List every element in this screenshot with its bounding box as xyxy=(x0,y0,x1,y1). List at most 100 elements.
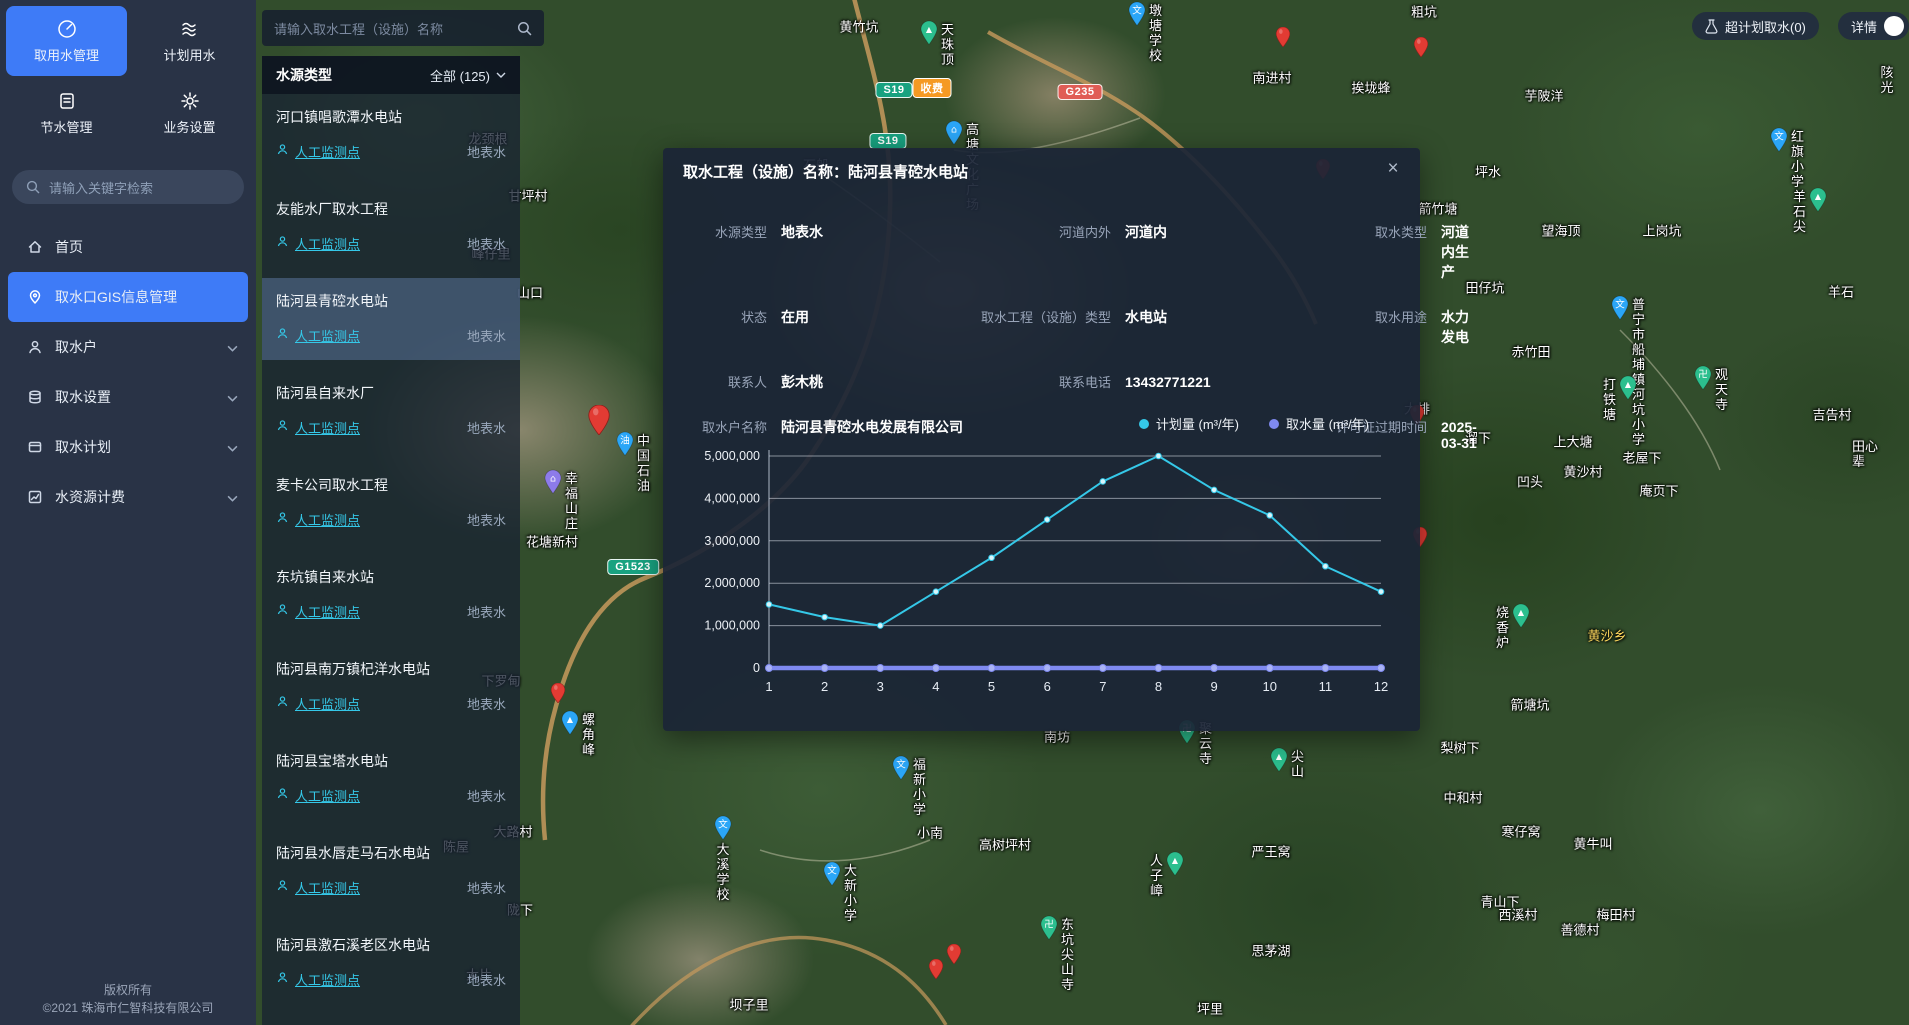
sidebar-item-label: 取水设置 xyxy=(55,387,111,407)
sidebar-item-user[interactable]: 取水户 xyxy=(0,322,256,372)
field-label: 取水工程（设施）类型 xyxy=(933,307,1125,326)
monitor-type-link[interactable]: 人工监测点 xyxy=(295,418,360,437)
station-list-item[interactable]: 麦卡公司取水工程 人工监测点 地表水 xyxy=(262,462,520,544)
toggle-knob[interactable] xyxy=(1884,16,1904,36)
sidebar-item-home[interactable]: 首页 xyxy=(0,222,256,272)
module-gear-button[interactable]: 业务设置 xyxy=(129,78,250,148)
svg-text:11: 11 xyxy=(1319,679,1333,694)
legend-dot xyxy=(1139,419,1149,429)
chevron-down-icon xyxy=(496,72,506,78)
module-label: 计划用水 xyxy=(163,45,215,64)
station-search-input[interactable]: 请输入取水工程（设施）名称 xyxy=(262,10,544,46)
person-icon xyxy=(276,235,289,253)
station-list-item[interactable]: 陆河县青硿水电站 人工监测点 地表水 xyxy=(262,278,520,360)
chart-plot: 01,000,0002,000,0003,000,0004,000,0005,0… xyxy=(685,430,1397,702)
filter-value-dropdown[interactable]: 全部 (125) xyxy=(430,66,506,85)
station-detail-modal: 取水工程（设施）名称：陆河县青硿水电站 × 水源类型地表水河道内外河道内取水类型… xyxy=(663,148,1420,731)
detail-toggle[interactable]: 详情 xyxy=(1838,12,1909,40)
station-list: 河口镇唱歌潭水电站 人工监测点 地表水 友能水厂取水工程 人工监测点 地表水 陆… xyxy=(262,94,520,1025)
chevron-down-icon xyxy=(227,389,238,405)
svg-text:7: 7 xyxy=(1099,679,1106,694)
station-list-item[interactable]: 陆河县激石溪老区水电站 人工监测点 地表水 xyxy=(262,922,520,1004)
sidebar-item-label: 取水计划 xyxy=(55,437,111,457)
modal-title: 取水工程（设施）名称：陆河县青硿水电站 xyxy=(683,164,968,181)
field-value: 地表水 xyxy=(781,222,933,242)
monitor-type-link[interactable]: 人工监测点 xyxy=(295,694,360,713)
sidebar-item-pin[interactable]: 取水口GIS信息管理 xyxy=(8,272,248,322)
field-label: 河道内外 xyxy=(933,222,1125,241)
filter-label: 水源类型 xyxy=(276,65,332,85)
monitor-type-link[interactable]: 人工监测点 xyxy=(295,326,360,345)
monitor-type-link[interactable]: 人工监测点 xyxy=(295,878,360,897)
monitor-type-link[interactable]: 人工监测点 xyxy=(295,786,360,805)
pin-icon xyxy=(26,289,43,305)
sidebar-menu: 首页 取水口GIS信息管理 取水户 取水设置 取水计划 水资源计费 xyxy=(0,222,256,522)
svg-text:2: 2 xyxy=(821,679,828,694)
sidebar-item-label: 首页 xyxy=(55,237,83,257)
field-value: 河道内 xyxy=(1125,222,1273,242)
monitor-type-link[interactable]: 人工监测点 xyxy=(295,970,360,989)
station-list-item[interactable]: 河口镇唱歌潭水电站 人工监测点 地表水 xyxy=(262,94,520,176)
station-list-item[interactable]: 水唇镇水栏肚水电站 人工监测点 地表水 xyxy=(262,1014,520,1025)
doc-icon xyxy=(57,91,77,111)
module-waves-button[interactable]: 计划用水 xyxy=(129,6,250,76)
sidebar-item-chart[interactable]: 水资源计费 xyxy=(0,472,256,522)
water-source-type: 地表水 xyxy=(467,142,506,161)
chevron-down-icon xyxy=(227,439,238,455)
water-source-type: 地表水 xyxy=(467,510,506,529)
station-list-item[interactable]: 陆河县自来水厂 人工监测点 地表水 xyxy=(262,370,520,452)
field-label: 水源类型 xyxy=(677,222,781,241)
station-search-placeholder: 请输入取水工程（设施）名称 xyxy=(274,19,517,38)
water-source-type: 地表水 xyxy=(467,694,506,713)
module-doc-button[interactable]: 节水管理 xyxy=(6,78,127,148)
person-icon xyxy=(276,971,289,989)
field-label: 状态 xyxy=(677,307,781,326)
station-list-item[interactable]: 陆河县宝塔水电站 人工监测点 地表水 xyxy=(262,738,520,820)
station-name: 陆河县水唇走马石水电站 xyxy=(276,843,506,863)
field-value: 13432771221 xyxy=(1125,374,1273,390)
station-name: 东坑镇自来水站 xyxy=(276,567,506,587)
field-value: 在用 xyxy=(781,307,933,327)
station-name: 陆河县激石溪老区水电站 xyxy=(276,935,506,955)
monitor-type-link[interactable]: 人工监测点 xyxy=(295,510,360,529)
over-plan-intake-button[interactable]: 超计划取水(0) xyxy=(1692,12,1819,40)
field-label: 取水类型 xyxy=(1273,222,1441,241)
person-icon xyxy=(276,787,289,805)
sidebar-item-label: 水资源计费 xyxy=(55,487,125,507)
svg-text:8: 8 xyxy=(1155,679,1162,694)
monitor-type-link[interactable]: 人工监测点 xyxy=(295,142,360,161)
module-gauge-button[interactable]: 取用水管理 xyxy=(6,6,127,76)
station-list-item[interactable]: 陆河县水唇走马石水电站 人工监测点 地表水 xyxy=(262,830,520,912)
close-icon[interactable]: × xyxy=(1382,158,1404,180)
sidebar-search-input[interactable]: 请输入关键字检索 xyxy=(12,170,244,204)
search-icon[interactable] xyxy=(517,21,532,36)
svg-text:1,000,000: 1,000,000 xyxy=(704,619,760,633)
water-source-type: 地表水 xyxy=(467,326,506,345)
sidebar-item-label: 取水户 xyxy=(55,337,97,357)
person-icon xyxy=(276,419,289,437)
module-label: 取用水管理 xyxy=(34,45,99,64)
chart-icon xyxy=(26,489,43,505)
monitor-type-link[interactable]: 人工监测点 xyxy=(295,602,360,621)
person-icon xyxy=(276,327,289,345)
module-label: 业务设置 xyxy=(163,117,215,136)
station-list-item[interactable]: 友能水厂取水工程 人工监测点 地表水 xyxy=(262,186,520,268)
station-list-item[interactable]: 东坑镇自来水站 人工监测点 地表水 xyxy=(262,554,520,636)
home-icon xyxy=(26,239,43,255)
db-icon xyxy=(26,389,43,405)
person-icon xyxy=(276,603,289,621)
field-value: 河道内生产 xyxy=(1441,222,1477,282)
field-value: 彭木桃 xyxy=(781,372,933,392)
chevron-down-icon xyxy=(227,339,238,355)
field-label: 联系人 xyxy=(677,372,781,391)
station-name: 陆河县自来水厂 xyxy=(276,383,506,403)
station-list-item[interactable]: 陆河县南万镇杞洋水电站 人工监测点 地表水 xyxy=(262,646,520,728)
monitor-type-link[interactable]: 人工监测点 xyxy=(295,234,360,253)
module-label: 节水管理 xyxy=(40,117,92,136)
sidebar-item-card[interactable]: 取水计划 xyxy=(0,422,256,472)
user-icon xyxy=(26,339,43,355)
modal-header: 取水工程（设施）名称：陆河县青硿水电站 × xyxy=(663,148,1420,182)
station-name: 麦卡公司取水工程 xyxy=(276,475,506,495)
field-value: 2025-03-31 xyxy=(1441,419,1477,451)
sidebar-item-db[interactable]: 取水设置 xyxy=(0,372,256,422)
